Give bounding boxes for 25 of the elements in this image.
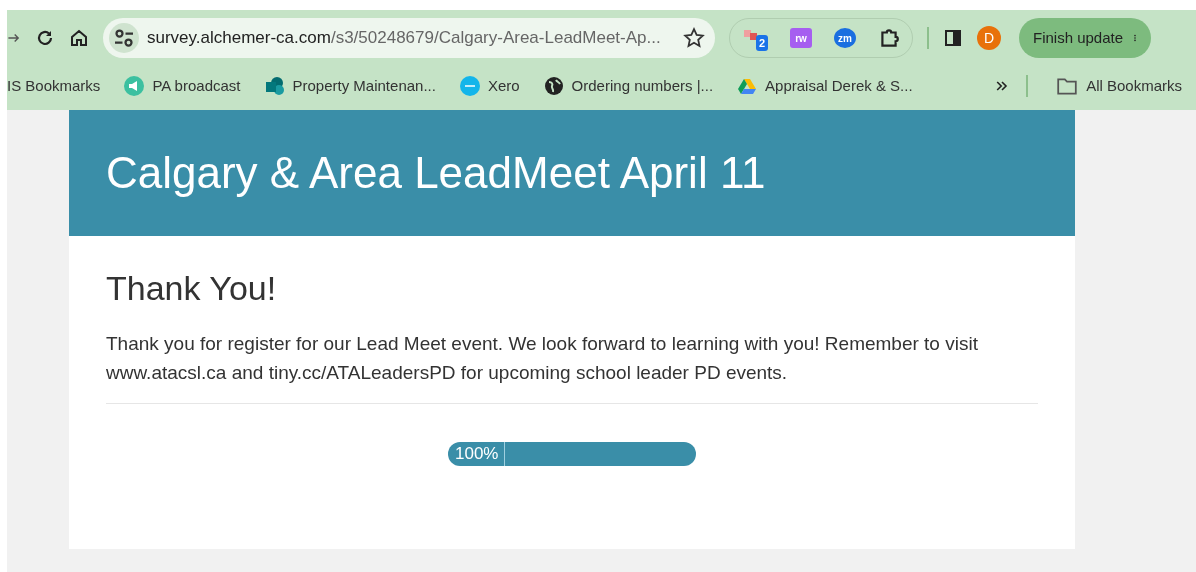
puzzle-icon[interactable]: rw — [790, 28, 812, 48]
triangle-icon — [737, 76, 758, 96]
heading: Thank You! — [106, 268, 278, 309]
megaphone-icon — [124, 76, 145, 96]
home-icon[interactable] — [69, 28, 89, 48]
bookmark[interactable]: PA broadcast — [112, 74, 253, 98]
sharepoint-icon — [264, 76, 285, 96]
survey-title: Calgary & Area LeadMeet April 11 — [106, 147, 766, 199]
extensions-icon[interactable] — [878, 27, 900, 49]
circle-icon — [459, 76, 480, 96]
star-icon[interactable] — [683, 27, 705, 49]
bookmark[interactable]: Xero — [447, 74, 532, 98]
update-button[interactable]: Finish update — [1019, 18, 1152, 58]
bookmark[interactable]: All Bookmarks — [1044, 74, 1196, 98]
bookmark[interactable]: IS Bookmarks — [7, 74, 113, 98]
reload-icon[interactable] — [35, 28, 55, 48]
bookmark[interactable]: Property Maintenan... — [252, 74, 448, 98]
extension-icon[interactable]: zm — [834, 28, 856, 48]
side-panel-icon[interactable] — [943, 28, 963, 48]
message: Thank you for register for our Lead Meet event. We look forward to learning with you! Remember to visit www.atacsl.ca and tiny.cc/ATALeadersPD for upcoming school leader PD events. — [106, 328, 1038, 404]
globe-icon — [543, 76, 564, 96]
address-bar[interactable]: survey.alchemer-ca.com/s3/50248679/Calgary-Area-LeadMeet-Ap... — [103, 18, 715, 58]
site-settings-icon[interactable] — [109, 23, 139, 53]
bookmark[interactable]: Ordering numbers |... — [531, 74, 726, 98]
bookmark[interactable]: Appraisal Derek & S... — [725, 74, 925, 98]
